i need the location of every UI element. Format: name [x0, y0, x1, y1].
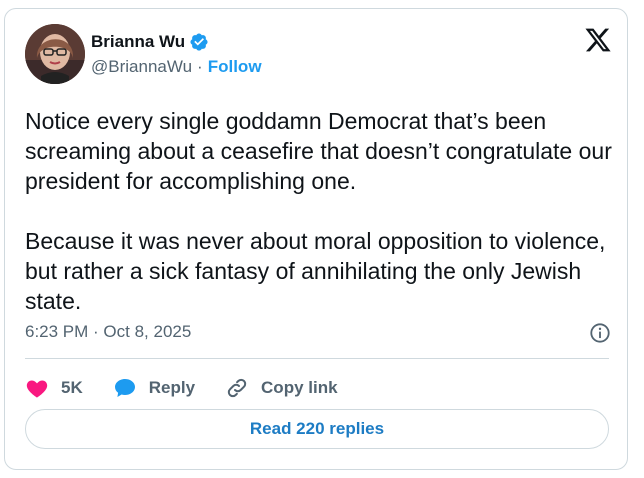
like-count: 5K [61, 378, 83, 397]
author-handle-line: @BriannaWu · Follow [91, 57, 262, 77]
avatar[interactable] [25, 24, 85, 84]
author-name-line: Brianna Wu [91, 32, 209, 52]
x-logo-icon[interactable] [583, 26, 613, 54]
speech-bubble-icon [113, 376, 137, 400]
divider [25, 358, 609, 359]
separator-dot: · [197, 57, 203, 76]
reply-button[interactable]: Reply [113, 376, 195, 400]
author-handle[interactable]: @BriannaWu [91, 57, 192, 77]
heart-icon [25, 376, 49, 400]
tweet-timestamp[interactable]: 6:23 PM · Oct 8, 2025 [25, 322, 191, 341]
verified-badge-icon [189, 32, 209, 52]
like-button[interactable]: 5K [25, 376, 83, 400]
link-icon [225, 376, 249, 400]
tweet-header: Brianna Wu @BriannaWu · Follow [25, 24, 615, 84]
follow-button[interactable]: Follow [208, 57, 262, 77]
tweet-text: Notice every single goddamn Democrat tha… [25, 108, 612, 314]
info-icon[interactable] [589, 322, 611, 344]
copy-link-button[interactable]: Copy link [225, 376, 338, 400]
tweet-card: Brianna Wu @BriannaWu · Follow Notice ev… [4, 8, 628, 470]
reply-label: Reply [148, 378, 196, 397]
action-bar: 5K Reply Copy link [25, 373, 368, 403]
author-name[interactable]: Brianna Wu [91, 32, 185, 52]
read-replies-button[interactable]: Read 220 replies [25, 409, 609, 449]
copy-link-label: Copy link [261, 378, 338, 397]
timestamp-row: 6:23 PM · Oct 8, 2025 [25, 322, 615, 346]
